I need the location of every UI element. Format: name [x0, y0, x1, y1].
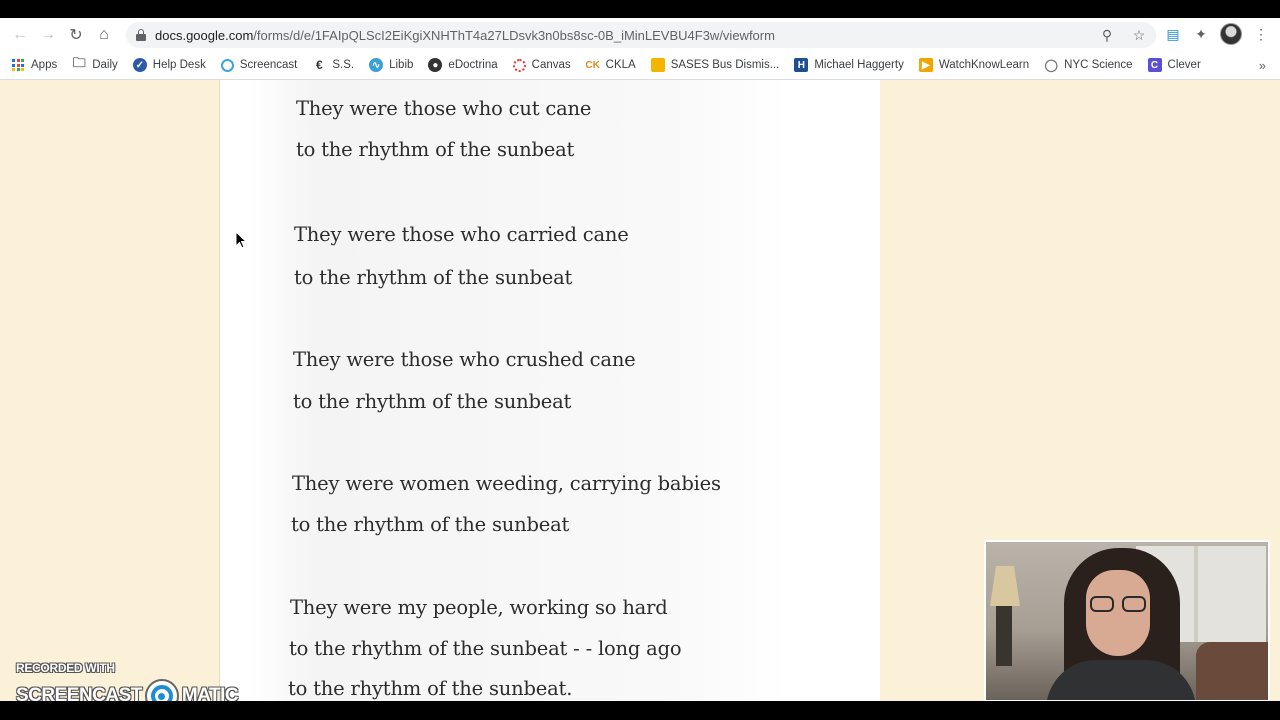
apps-grid-icon: [12, 59, 24, 71]
zoom-icon[interactable]: ⚲: [1098, 26, 1116, 44]
poem-line: to the rhythm of the sunbeat: [291, 513, 570, 536]
sheets-icon: [650, 58, 665, 72]
webcam-couch: [1196, 642, 1268, 700]
form-image-card: They were those who cut cane to the rhyt…: [219, 80, 880, 701]
bookmark-label: S.S.: [332, 59, 355, 71]
bookmark-clever[interactable]: C Clever: [1147, 58, 1201, 72]
bookmark-star-icon[interactable]: ☆: [1130, 26, 1148, 44]
bookmark-ss[interactable]: € S.S.: [312, 58, 354, 72]
bookmark-label: Apps: [31, 59, 58, 71]
bookmark-sases[interactable]: SASES Bus Dismis...: [650, 58, 780, 72]
extensions-puzzle-icon[interactable]: ✦: [1192, 25, 1210, 43]
libib-icon: ∿: [369, 58, 384, 72]
bookmark-canvas[interactable]: Canvas: [512, 58, 571, 72]
ckla-icon: CK: [585, 59, 600, 71]
bookmark-label: NYC Science: [1064, 59, 1133, 71]
bookmarks-bar: Apps 🗀 Daily ✓ Help Desk Screencast € S.…: [0, 52, 1280, 78]
url-path: /forms/d/e/1FAIpQLScI2EiKgiXNHThT4a27LDs…: [253, 27, 775, 43]
lock-icon: [136, 29, 146, 41]
webcam-person-face: [1086, 570, 1150, 656]
poem-line: to the rhythm of the sunbeat.: [288, 677, 573, 700]
bookmark-label: Libib: [389, 59, 414, 71]
back-button[interactable]: ←: [6, 21, 34, 49]
webcam-lamp-shade: [990, 566, 1020, 606]
url-text[interactable]: docs.google.com/forms/d/e/1FAIpQLScI2EiK…: [155, 28, 775, 43]
cast-icon[interactable]: ▤: [1164, 25, 1182, 43]
poem-line: They were those who carried cane: [294, 223, 629, 246]
webcam-overlay: [984, 540, 1270, 702]
bookmark-label: WatchKnowLearn: [938, 59, 1030, 71]
more-bookmarks-chevron-icon[interactable]: »: [1259, 58, 1266, 73]
mouse-pointer-icon: [235, 231, 247, 249]
bookmark-daily[interactable]: 🗀 Daily: [72, 55, 118, 72]
webcam-lamp-base: [996, 606, 1012, 666]
url-host: docs.google.com: [155, 27, 254, 43]
poem-line: They were my people, working so hard: [290, 596, 668, 619]
bookmark-label: eDoctrina: [448, 59, 498, 71]
forward-button[interactable]: →: [34, 21, 62, 49]
profile-avatar[interactable]: [1220, 23, 1242, 45]
helpdesk-icon: ✓: [132, 58, 147, 72]
poem-line: They were women weeding, carrying babies: [292, 472, 721, 495]
address-bar[interactable]: docs.google.com/forms/d/e/1FAIpQLScI2EiK…: [126, 22, 1156, 48]
bookmark-apps[interactable]: Apps: [12, 59, 57, 71]
bookmark-michael-haggerty[interactable]: H Michael Haggerty: [794, 58, 904, 72]
bookmark-label: Daily: [92, 59, 118, 71]
extension-area: ▤ ✦ ⋮: [1164, 23, 1270, 45]
bookmark-label: Clever: [1167, 59, 1201, 71]
omnibox-actions: ⚲ ☆: [1098, 26, 1148, 44]
browser-chrome: ← → ↻ ⌂ docs.google.com/forms/d/e/1FAIpQ…: [0, 18, 1280, 80]
h-icon: H: [794, 58, 809, 72]
bookmark-label: CKLA: [605, 59, 636, 71]
play-icon: ▶: [918, 58, 933, 72]
bookmark-nyc-science[interactable]: ◯ NYC Science: [1044, 58, 1132, 72]
poem-line: to the rhythm of the sunbeat - - long ag…: [289, 637, 682, 660]
bookmark-label: SASES Bus Dismis...: [670, 59, 780, 71]
webcam-person-glasses: [1090, 596, 1148, 612]
bookmark-libib[interactable]: ∿ Libib: [369, 58, 413, 72]
bookmark-label: Screencast: [239, 59, 298, 71]
clever-icon: C: [1147, 58, 1162, 72]
watermark-recorded-with: RECORDED WITH: [16, 661, 115, 675]
poem-line: to the rhythm of the sunbeat: [294, 266, 573, 289]
bookmark-label: Michael Haggerty: [814, 59, 904, 71]
top-black-bar: [0, 0, 1280, 18]
poem-line: They were those who cut cane: [296, 97, 592, 120]
bottom-black-bar: [0, 701, 1280, 720]
bookmark-help-desk[interactable]: ✓ Help Desk: [132, 58, 206, 72]
ss-icon: €: [316, 58, 323, 72]
bookmark-screencast[interactable]: Screencast: [220, 58, 298, 72]
bookmark-label: Canvas: [531, 59, 571, 71]
canvas-icon: [512, 58, 526, 72]
reload-button[interactable]: ↻: [62, 21, 90, 49]
folder-icon: 🗀: [72, 55, 86, 70]
poem-line: They were those who crushed cane: [293, 348, 636, 371]
address-row: ← → ↻ ⌂ docs.google.com/forms/d/e/1FAIpQ…: [0, 18, 1280, 52]
globe-icon: ●: [428, 58, 443, 72]
bookmark-edoctrina[interactable]: ● eDoctrina: [428, 58, 498, 72]
screencast-icon: [220, 58, 234, 72]
menu-dots-icon[interactable]: ⋮: [1252, 25, 1270, 43]
poem-text: They were those who cut cane to the rhyt…: [220, 80, 881, 701]
bookmark-label: Help Desk: [152, 59, 206, 71]
poem-line: to the rhythm of the sunbeat: [296, 138, 575, 161]
poem-line: to the rhythm of the sunbeat: [293, 390, 572, 413]
bookmark-watchknowlearn[interactable]: ▶ WatchKnowLearn: [918, 58, 1030, 72]
bulb-icon: ◯: [1044, 58, 1058, 72]
bookmark-ckla[interactable]: CK CKLA: [585, 58, 636, 72]
home-button[interactable]: ⌂: [90, 21, 118, 49]
